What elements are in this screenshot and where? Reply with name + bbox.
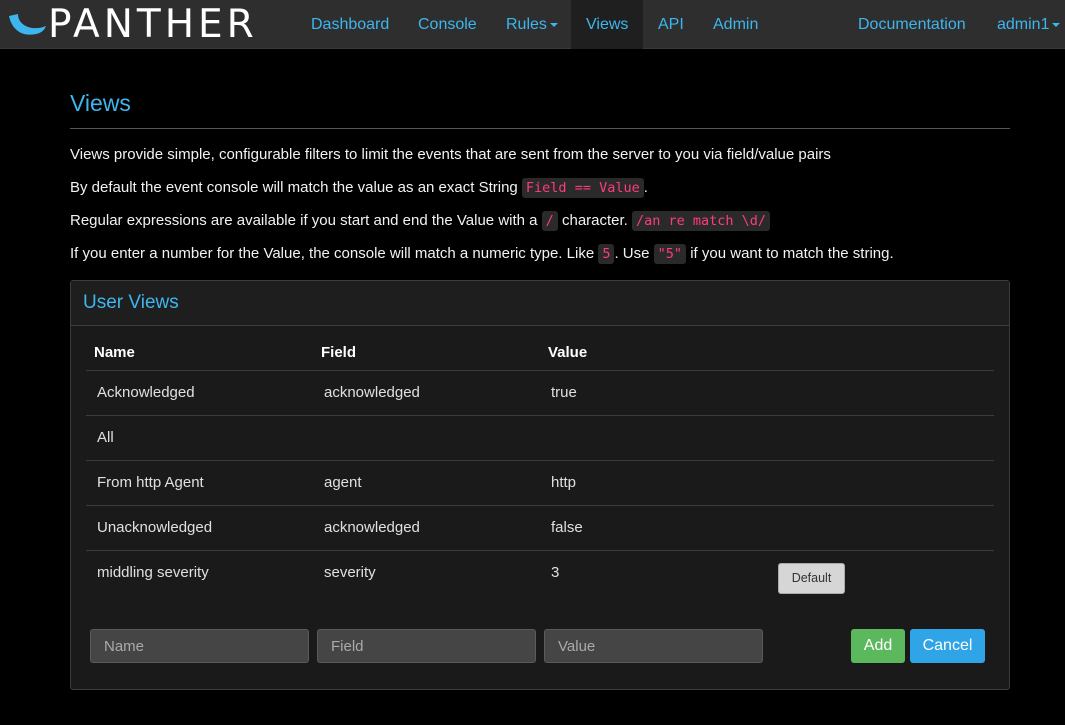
- row-value: 3: [551, 564, 560, 581]
- value-input[interactable]: [544, 629, 763, 663]
- row-field: acknowledged: [324, 384, 420, 401]
- brand-name: PANTHER: [48, 2, 258, 47]
- nav-rules-label: Rules: [506, 16, 547, 33]
- regex-mid-text: character.: [557, 212, 633, 229]
- nav-console[interactable]: Console: [418, 0, 477, 49]
- numeric-end-text: if you want to match the string.: [686, 245, 894, 262]
- numeric-paragraph: If you enter a number for the Value, the…: [70, 244, 894, 264]
- add-button[interactable]: Add: [851, 629, 905, 663]
- chevron-down-icon: [1052, 22, 1061, 27]
- page-title: Views: [70, 90, 131, 116]
- navbar: PANTHER Dashboard Console Rules Views AP…: [0, 0, 1065, 49]
- table-row[interactable]: All: [86, 415, 994, 460]
- panel-title: User Views: [83, 292, 179, 313]
- string-code: "5": [653, 244, 687, 264]
- user-menu-dropdown[interactable]: admin1: [997, 0, 1061, 49]
- row-name: Unacknowledged: [97, 519, 213, 536]
- brand-logo[interactable]: PANTHER: [6, 2, 258, 47]
- exact-match-end: .: [643, 179, 648, 196]
- chevron-down-icon: [549, 22, 558, 27]
- nav-rules-dropdown[interactable]: Rules: [506, 0, 558, 49]
- regex-slash-code: /: [541, 211, 558, 231]
- nav-views[interactable]: Views: [571, 0, 644, 49]
- user-menu-label: admin1: [997, 16, 1050, 33]
- row-field: agent: [324, 474, 362, 491]
- exact-match-code: Field == Value: [521, 178, 644, 198]
- numeric-text: If you enter a number for the Value, the…: [70, 245, 599, 262]
- nav-admin[interactable]: Admin: [713, 0, 758, 49]
- intro-text: Views provide simple, configurable filte…: [70, 146, 831, 163]
- regex-example-code: /an re match \d/: [632, 211, 771, 231]
- row-name: Acknowledged: [97, 384, 195, 401]
- column-header-name: Name: [94, 344, 135, 361]
- column-header-value: Value: [548, 344, 588, 361]
- regex-text: Regular expressions are available if you…: [70, 212, 542, 229]
- row-value: false: [551, 519, 583, 536]
- table-row[interactable]: From http Agent agent http: [86, 460, 994, 505]
- intro-paragraph: Views provide simple, configurable filte…: [70, 146, 831, 163]
- cancel-button[interactable]: Cancel: [910, 629, 985, 663]
- row-name: From http Agent: [97, 474, 204, 491]
- column-header-field: Field: [321, 344, 357, 361]
- table-row[interactable]: Unacknowledged acknowledged false: [86, 505, 994, 550]
- nav-dashboard[interactable]: Dashboard: [311, 0, 389, 49]
- row-name: All: [97, 429, 114, 446]
- exact-match-text: By default the event console will match …: [70, 179, 522, 196]
- panther-swoosh-icon: [9, 14, 46, 35]
- default-button[interactable]: Default: [778, 563, 845, 594]
- row-field: acknowledged: [324, 519, 420, 536]
- user-views-panel: User Views Name Field Value Acknowledged…: [70, 280, 1010, 690]
- panel-header: User Views: [71, 281, 1009, 326]
- field-input[interactable]: [317, 629, 536, 663]
- table-row[interactable]: Acknowledged acknowledged true: [86, 370, 994, 415]
- row-field: severity: [324, 564, 376, 581]
- numeric-mid-text: . Use: [614, 245, 654, 262]
- regex-paragraph: Regular expressions are available if you…: [70, 211, 771, 231]
- nav-documentation[interactable]: Documentation: [858, 0, 966, 49]
- row-name: middling severity: [97, 564, 209, 581]
- row-value: http: [551, 474, 577, 491]
- numeric-code: 5: [598, 244, 615, 264]
- row-value: true: [551, 384, 577, 401]
- title-divider: [70, 128, 1010, 129]
- nav-api[interactable]: API: [658, 0, 684, 49]
- exact-match-paragraph: By default the event console will match …: [70, 178, 648, 198]
- table-row[interactable]: middling severity severity 3 Default: [86, 550, 994, 595]
- name-input[interactable]: [90, 629, 309, 663]
